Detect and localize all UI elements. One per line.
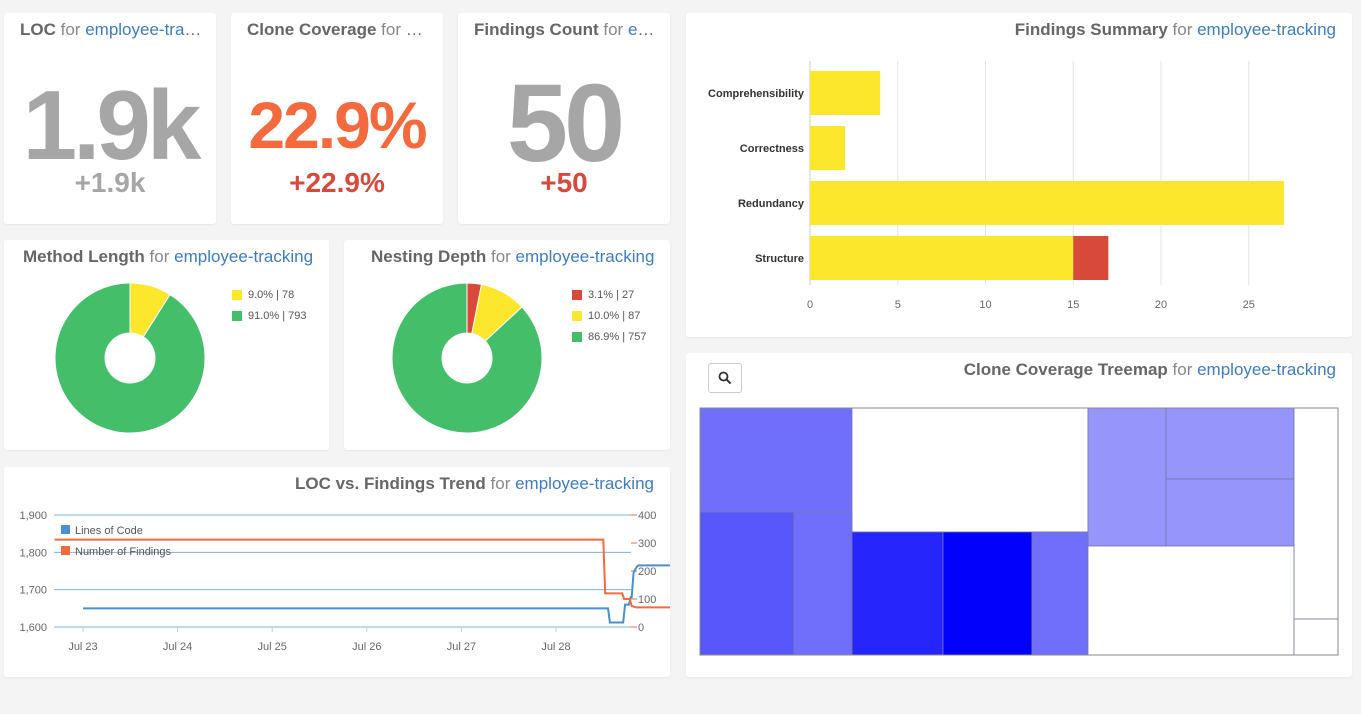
x-tick-label: Jul 24 bbox=[163, 641, 192, 653]
legend-item: 91.0% | 793 bbox=[232, 305, 307, 326]
treemap-cell bbox=[1087, 407, 1167, 547]
trend-chart: 1,900 1,800 1,700 1,600 400 300 200 100 0 Jul 23 J… bbox=[19, 510, 670, 653]
y-right-tick-label: 300 bbox=[638, 538, 656, 550]
series-line bbox=[83, 564, 670, 624]
pie-slice bbox=[54, 282, 206, 434]
loc-title: LOC for employee-tracking bbox=[20, 20, 202, 39]
bar bbox=[810, 71, 881, 115]
nesting-depth-card: Nesting Depth for employee-tracking 3.1%… bbox=[344, 240, 670, 450]
treemap-cell bbox=[1293, 618, 1339, 656]
x-tick-label: Jul 26 bbox=[352, 641, 381, 653]
nesting-depth-legend: 3.1% | 27 10.0% | 87 86.9% | 757 bbox=[572, 284, 647, 347]
method-length-legend: 9.0% | 78 91.0% | 793 bbox=[232, 284, 307, 326]
treemap-chart bbox=[699, 407, 1339, 656]
x-tick-label: 25 bbox=[1243, 299, 1255, 311]
treemap-cell bbox=[851, 531, 944, 656]
x-tick-label: 10 bbox=[979, 299, 991, 311]
legend-swatch bbox=[61, 546, 70, 555]
findings-count-value: 50 bbox=[506, 62, 625, 185]
x-tick-label: 15 bbox=[1067, 299, 1079, 311]
legend-item: 9.0% | 78 bbox=[232, 284, 307, 305]
bar bbox=[810, 126, 846, 170]
treemap-cell bbox=[1031, 531, 1089, 656]
loc-delta: +1.9k bbox=[74, 167, 146, 198]
legend-label: Lines of Code bbox=[75, 525, 143, 537]
x-tick-label: Jul 25 bbox=[258, 641, 287, 653]
legend-label: Number of Findings bbox=[75, 546, 171, 558]
treemap-cell bbox=[1165, 478, 1295, 547]
clone-coverage-delta: +22.9% bbox=[289, 167, 385, 198]
bar bbox=[1073, 236, 1109, 280]
findings-count-card: Findings Count for employee-tracking 50 … bbox=[458, 13, 670, 224]
y-left-tick-label: 1,900 bbox=[19, 510, 47, 522]
legend-item: 86.9% | 757 bbox=[572, 326, 647, 347]
method-length-donut bbox=[54, 282, 206, 434]
method-length-title: Method Length for employee-tracking bbox=[23, 247, 314, 266]
category-label: Comprehensibility bbox=[708, 88, 805, 100]
findings-summary-chart: 0 5 10 15 20 25 Comprehensibility Correctness Re… bbox=[708, 61, 1284, 311]
clone-coverage-treemap-card: Clone Coverage Treemap for employee-trac… bbox=[686, 353, 1352, 677]
treemap-cell bbox=[1087, 545, 1295, 656]
treemap-cell bbox=[1293, 407, 1339, 620]
clone-coverage-title: Clone Coverage for employee-tracking bbox=[247, 20, 429, 39]
x-tick-label: Jul 23 bbox=[68, 641, 97, 653]
x-tick-label: Jul 27 bbox=[447, 641, 476, 653]
bar bbox=[810, 236, 1074, 280]
category-label: Redundancy bbox=[738, 198, 805, 210]
y-left-tick-label: 1,800 bbox=[19, 547, 47, 559]
treemap-cell bbox=[699, 511, 795, 656]
y-right-tick-label: 0 bbox=[638, 622, 644, 634]
nesting-depth-title: Nesting Depth for employee-tracking bbox=[371, 247, 655, 266]
y-right-tick-label: 200 bbox=[638, 566, 656, 578]
x-tick-label: 0 bbox=[807, 299, 813, 311]
treemap-cell bbox=[942, 531, 1033, 656]
treemap-cell bbox=[1165, 407, 1295, 480]
y-left-tick-label: 1,700 bbox=[19, 585, 47, 597]
y-right-tick-label: 100 bbox=[638, 594, 656, 606]
clone-coverage-card: Clone Coverage for employee-tracking 22.… bbox=[231, 13, 443, 224]
category-label: Correctness bbox=[740, 143, 804, 155]
x-tick-label: Jul 28 bbox=[541, 641, 570, 653]
treemap-cell bbox=[699, 407, 853, 513]
clone-coverage-value: 22.9% bbox=[248, 88, 427, 162]
x-tick-label: 20 bbox=[1155, 299, 1167, 311]
y-right-tick-label: 400 bbox=[638, 510, 656, 522]
loc-value: 1.9k bbox=[22, 70, 202, 180]
legend-swatch bbox=[61, 525, 70, 534]
category-label: Structure bbox=[755, 253, 804, 265]
bar bbox=[810, 181, 1284, 225]
method-length-card: Method Length for employee-tracking 9.0%… bbox=[4, 240, 329, 450]
findings-count-title: Findings Count for employee-tracking bbox=[474, 20, 656, 39]
treemap-cell bbox=[851, 407, 1089, 533]
loc-card: LOC for employee-tracking 1.9k +1.9k bbox=[4, 13, 216, 224]
legend-item: 10.0% | 87 bbox=[572, 305, 647, 326]
findings-summary-card: Findings Summary for employee-tracking 0… bbox=[686, 13, 1352, 337]
x-tick-label: 5 bbox=[895, 299, 901, 311]
nesting-depth-donut bbox=[391, 282, 543, 434]
treemap-cell bbox=[793, 511, 853, 656]
findings-count-delta: +50 bbox=[540, 167, 588, 198]
y-left-tick-label: 1,600 bbox=[19, 622, 47, 634]
loc-findings-trend-card: LOC vs. Findings Trend for employee-trac… bbox=[4, 467, 670, 677]
legend-item: 3.1% | 27 bbox=[572, 284, 647, 305]
